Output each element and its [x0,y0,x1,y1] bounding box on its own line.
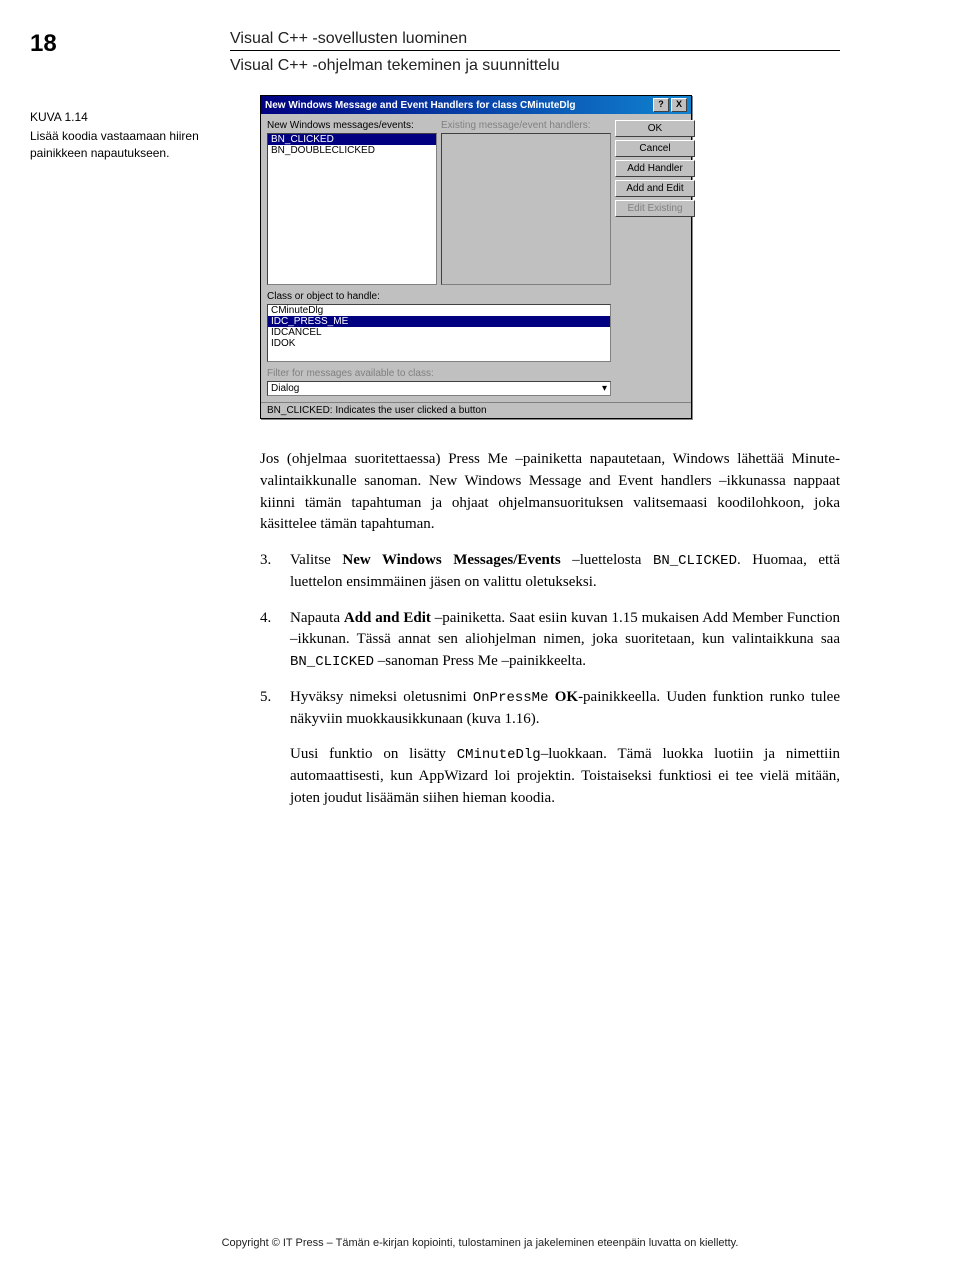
chevron-down-icon: ▾ [602,383,607,394]
filter-value: Dialog [271,383,299,394]
label-filter: Filter for messages available to class: [267,368,611,379]
header-title-1: Visual C++ -sovellusten luominen [230,30,840,48]
footer-copyright: Copyright © IT Press – Tämän e-kirjan ko… [0,1237,960,1249]
help-icon[interactable]: ? [653,98,669,112]
body-text: Jos (ohjelmaa suoritettaessa) Press Me –… [260,449,840,810]
page-number: 18 [30,30,230,58]
label-messages: New Windows messages/events: [267,120,437,131]
list-item[interactable]: CMinuteDlg [268,305,610,316]
existing-listbox [441,133,611,285]
list-item[interactable]: IDC_PRESS_ME [268,316,610,327]
dialog-statusbar: BN_CLICKED: Indicates the user clicked a… [261,402,691,418]
label-existing: Existing message/event handlers: [441,120,611,131]
list-item[interactable]: IDCANCEL [268,327,610,338]
step-5: 5. Hyväksy nimeksi oletusnimi OnPressMe … [260,687,840,731]
label-class: Class or object to handle: [267,291,611,302]
add-handler-button[interactable]: Add Handler [615,160,695,177]
edit-existing-button: Edit Existing [615,200,695,217]
step-3: 3. Valitse New Windows Messages/Events –… [260,550,840,594]
step-4: 4. Napauta Add and Edit –painiketta. Saa… [260,608,840,673]
dialog-window: New Windows Message and Event Handlers f… [260,95,692,419]
add-and-edit-button[interactable]: Add and Edit [615,180,695,197]
figure-caption: KUVA 1.14 Lisää koodia vastaamaan hiiren… [30,109,210,161]
closing-paragraph: Uusi funktio on lisätty CMinuteDlg–luokk… [260,744,840,809]
messages-listbox[interactable]: BN_CLICKED BN_DOUBLECLICKED [267,133,437,285]
class-listbox[interactable]: CMinuteDlg IDC_PRESS_ME IDCANCEL IDOK [267,304,611,362]
dialog-title: New Windows Message and Event Handlers f… [265,100,651,111]
caption-text: Lisää koodia vastaamaan hiiren painikkee… [30,128,210,162]
list-item[interactable]: BN_DOUBLECLICKED [268,145,436,156]
filter-dropdown[interactable]: Dialog ▾ [267,381,611,396]
cancel-button[interactable]: Cancel [615,140,695,157]
list-item[interactable]: BN_CLICKED [268,134,436,145]
header-title-2: Visual C++ -ohjelman tekeminen ja suunni… [230,57,840,75]
intro-paragraph: Jos (ohjelmaa suoritettaessa) Press Me –… [260,449,840,536]
close-icon[interactable]: X [671,98,687,112]
dialog-titlebar: New Windows Message and Event Handlers f… [261,96,691,114]
header-divider [230,50,840,51]
list-item[interactable]: IDOK [268,338,610,349]
ok-button[interactable]: OK [615,120,695,137]
caption-label: KUVA 1.14 [30,109,210,126]
